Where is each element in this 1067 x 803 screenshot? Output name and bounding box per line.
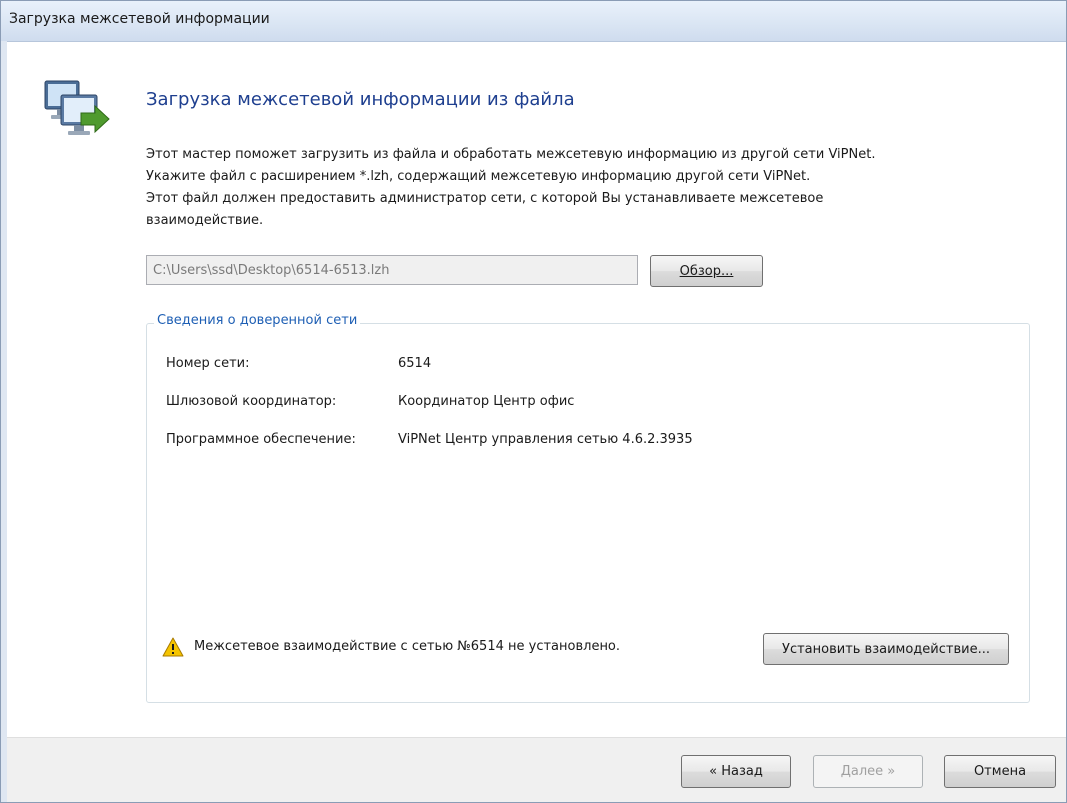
software-label: Программное обеспечение: [166, 432, 356, 447]
trusted-network-legend: Сведения о доверенной сети [154, 313, 361, 328]
status-message: Межсетевое взаимодействие с сетью №6514 … [194, 639, 621, 654]
description-line: Этот мастер поможет загрузить из файла и… [146, 147, 876, 162]
title-bar[interactable]: Загрузка межсетевой информации [1, 1, 1066, 42]
next-button[interactable]: Далее » [813, 755, 923, 788]
network-number-label: Номер сети: [166, 356, 250, 371]
network-number-value: 6514 [398, 356, 432, 371]
back-button[interactable]: « Назад [681, 755, 791, 788]
cancel-button[interactable]: Отмена [944, 755, 1056, 788]
warning-icon [162, 637, 184, 657]
software-value: ViPNet Центр управления сетью 4.6.2.3935 [398, 432, 693, 447]
file-path-input[interactable] [146, 255, 638, 285]
description-line: взаимодействие. [146, 213, 264, 228]
description-line: Этот файл должен предоставить администра… [146, 191, 824, 206]
gateway-value: Координатор Центр офис [398, 394, 575, 409]
window-title: Загрузка межсетевой информации [9, 11, 270, 27]
window-left-edge [1, 41, 7, 802]
description-line: Укажите файл с расширением *.lzh, содерж… [146, 169, 811, 184]
browse-button-label: Обзор... [679, 263, 734, 279]
network-computers-import-icon [44, 80, 110, 135]
wizard-window: Загрузка межсетевой информации Загрузка … [0, 0, 1067, 803]
browse-button[interactable]: Обзор... [650, 255, 763, 287]
establish-interaction-button[interactable]: Установить взаимодействие... [763, 633, 1009, 665]
wizard-description: Этот мастер поможет загрузить из файла и… [146, 144, 1026, 232]
page-title: Загрузка межсетевой информации из файла [146, 89, 575, 110]
gateway-label: Шлюзовой координатор: [166, 394, 337, 409]
